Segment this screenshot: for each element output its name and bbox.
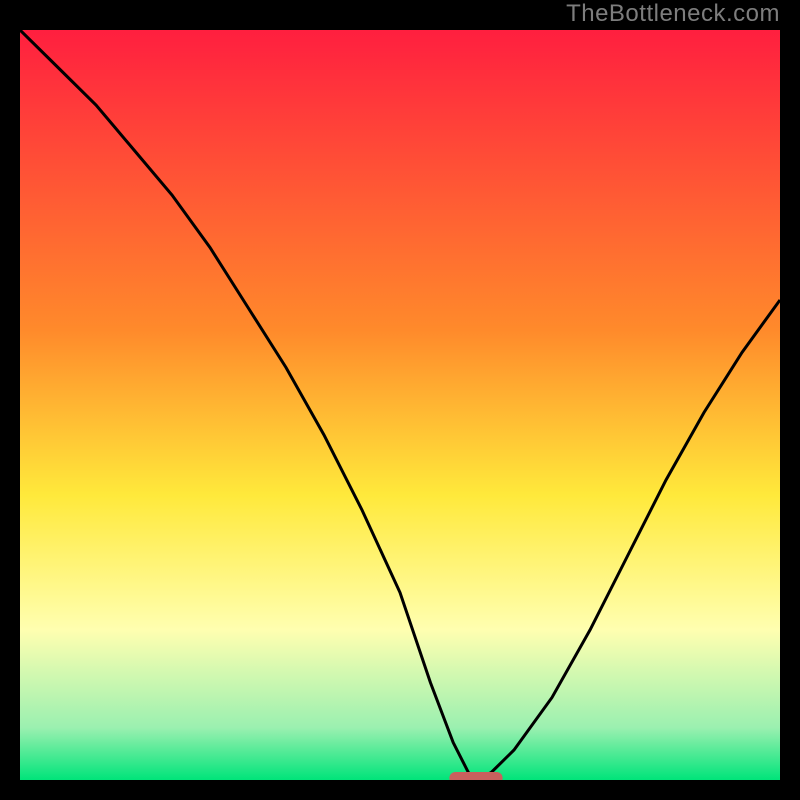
- chart-frame: TheBottleneck.com: [0, 0, 800, 800]
- plot-svg: [20, 30, 780, 780]
- gradient-plot: [20, 30, 780, 780]
- gradient-background: [20, 30, 780, 780]
- watermark-text: TheBottleneck.com: [566, 0, 780, 28]
- minimum-pill-marker: [449, 772, 502, 780]
